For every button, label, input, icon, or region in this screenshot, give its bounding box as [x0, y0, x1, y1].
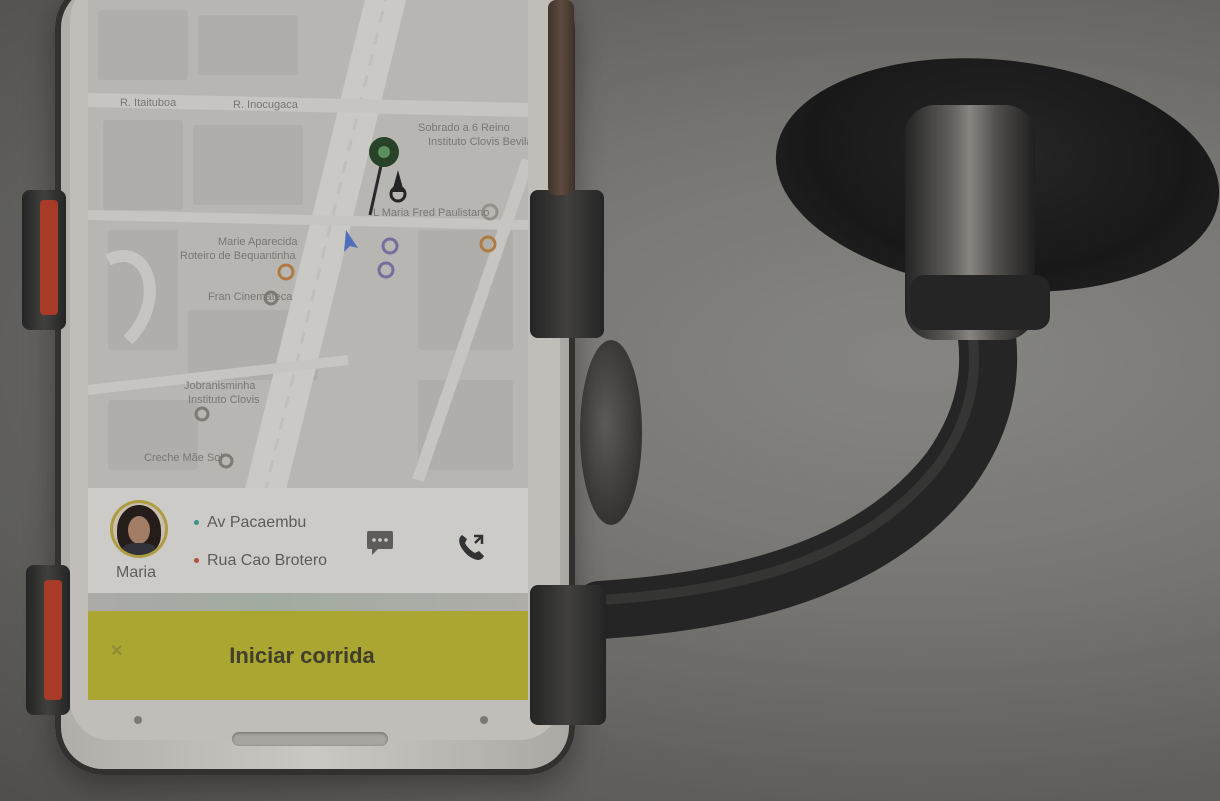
left-clamp-bottom-pad: [44, 580, 62, 700]
dropoff-dot: [194, 558, 199, 564]
start-ride-button[interactable]: ✕ Iniciar corrida: [88, 611, 528, 700]
map-label: Fran Cinemateca: [208, 291, 293, 303]
ride-card: Maria Av Pacaembu Rua Cao Brotero: [88, 488, 528, 593]
close-icon[interactable]: ✕: [110, 641, 123, 661]
map-label: R. Itaituboa: [120, 97, 177, 109]
phone-icon[interactable]: [456, 532, 486, 562]
map-view[interactable]: [88, 0, 528, 488]
mount-knob: [580, 340, 642, 525]
dropoff-address: Rua Cao Brotero: [194, 552, 327, 570]
phone-screen: R. Itaituboa R. Inocugaca Sobrado a 6 Re…: [88, 0, 528, 700]
right-clamp-bottom: [530, 585, 606, 725]
pickup-dot: [194, 520, 199, 526]
home-button[interactable]: [232, 732, 388, 746]
dropoff-text: Rua Cao Brotero: [207, 552, 328, 569]
driver-name: Maria: [116, 564, 157, 581]
right-clamp-top: [530, 190, 604, 338]
chat-icon[interactable]: [366, 530, 394, 556]
map-strip: [88, 593, 528, 611]
start-ride-label: Iniciar corrida: [229, 642, 375, 668]
map-label: Jobranisminha: [184, 380, 256, 392]
back-button-dot[interactable]: [134, 716, 142, 724]
photo-scene: R. Itaituboa R. Inocugaca Sobrado a 6 Re…: [0, 0, 1220, 801]
phone-side-edge: [548, 0, 574, 195]
pickup-text: Av Pacaembu: [207, 514, 307, 531]
mount-collar: [910, 275, 1050, 330]
left-clamp-top-pad: [40, 200, 58, 315]
map-label: L Maria Fred Paulistano: [373, 207, 490, 219]
map-label: Marie Aparecida: [218, 236, 298, 248]
recent-apps-dot[interactable]: [480, 716, 488, 724]
map-label: Roteiro de Bequantinha: [180, 250, 296, 262]
map-label: Sobrado a 6 Reino: [418, 122, 510, 134]
pickup-address: Av Pacaembu: [194, 514, 306, 532]
map-label: Instituto Clovis Bevilaqua: [428, 136, 528, 148]
map-label: R. Inocugaca: [233, 99, 298, 111]
avatar[interactable]: [110, 500, 168, 558]
map-label: Instituto Clovis: [188, 394, 260, 406]
map-label: Creche Mãe Sol: [144, 452, 223, 464]
